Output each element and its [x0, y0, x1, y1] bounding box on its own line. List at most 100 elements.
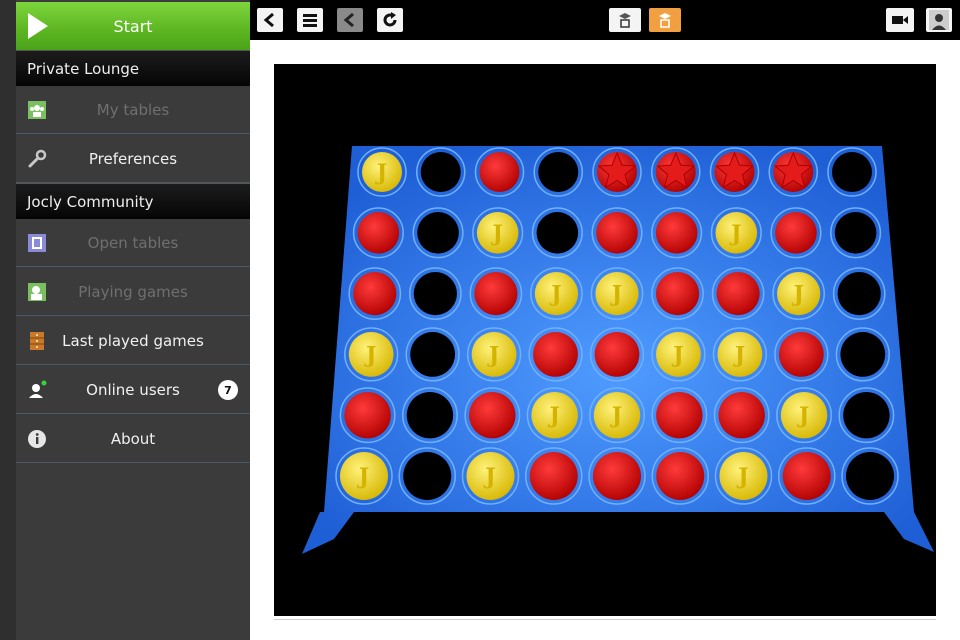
red-piece: [344, 392, 391, 439]
empty-slot: [840, 332, 886, 377]
red-piece: [533, 332, 578, 377]
sidebar-item-label: Playing games: [78, 282, 188, 301]
red-piece: [593, 452, 641, 500]
user-avatar-button[interactable]: [926, 8, 952, 32]
camera-button[interactable]: [886, 8, 914, 32]
sidebar-gutter: [0, 0, 16, 640]
piece-emblem: J: [610, 282, 622, 308]
sidebar-item-last-played[interactable]: Last played games: [16, 317, 250, 365]
piece-emblem: J: [357, 464, 369, 490]
user-online-icon: [29, 380, 47, 398]
empty-slot: [837, 272, 881, 316]
section-label: Jocly Community: [27, 192, 154, 211]
sidebar-item-label: Preferences: [88, 149, 178, 168]
wrench-icon: [28, 149, 47, 168]
piece-emblem: J: [610, 403, 622, 429]
sidebar-item-about[interactable]: About: [16, 415, 250, 463]
info-icon: [28, 430, 46, 448]
viewport-bottom-border: [274, 616, 936, 620]
view-2d-button[interactable]: [609, 8, 641, 32]
empty-slot: [406, 392, 454, 439]
game-viewport[interactable]: J J J J J J J J J J J J J J J J: [274, 64, 936, 616]
avatar: [929, 10, 949, 30]
menu-icon: [303, 14, 317, 27]
sidebar-item-my-tables[interactable]: My tables: [16, 86, 250, 134]
piece-emblem: J: [736, 464, 748, 490]
sidebar-item-playing-games[interactable]: Playing games: [16, 268, 250, 316]
piece-emblem: J: [797, 403, 809, 429]
piece-emblem: J: [549, 282, 561, 308]
sidebar-item-label: About: [110, 429, 156, 448]
section-label: Private Lounge: [27, 59, 140, 78]
piece-emblem: J: [671, 342, 683, 368]
undo-icon: [343, 12, 354, 28]
view-2d-icon: [619, 13, 631, 28]
red-piece: [775, 212, 817, 254]
start-button[interactable]: Start: [16, 2, 250, 50]
empty-slot: [413, 272, 457, 316]
undo-button[interactable]: [337, 8, 363, 32]
red-piece: [596, 212, 638, 254]
view-3d-button[interactable]: [649, 8, 681, 32]
red-piece: [479, 152, 520, 192]
empty-slot: [843, 392, 890, 439]
sidebar-item-label: My tables: [96, 100, 170, 119]
empty-slot: [538, 152, 579, 192]
piece-emblem: J: [375, 160, 387, 186]
piece-emblem: J: [490, 221, 502, 247]
red-piece: [529, 452, 578, 500]
empty-slot: [846, 452, 894, 500]
red-piece: [718, 392, 765, 439]
red-piece: [655, 272, 700, 316]
piece-emblem: J: [733, 342, 745, 368]
players-icon: [28, 283, 46, 301]
empty-slot: [834, 212, 877, 254]
red-piece: [353, 272, 397, 316]
table-icon: [28, 234, 46, 252]
red-piece: [778, 332, 824, 377]
sidebar: Start Private Lounge My tables Preferenc…: [0, 0, 250, 640]
section-jocly-community: Jocly Community: [16, 183, 250, 219]
empty-slot: [410, 332, 456, 377]
sidebar-item-open-tables[interactable]: Open tables: [16, 219, 250, 267]
red-piece: [782, 452, 831, 500]
section-private-lounge: Private Lounge: [16, 50, 250, 86]
top-toolbar: [250, 0, 960, 40]
red-piece: [655, 212, 698, 254]
piece-emblem: J: [483, 464, 495, 490]
cabinet-icon: [30, 332, 44, 350]
menu-button[interactable]: [297, 8, 323, 32]
empty-slot: [536, 212, 579, 254]
empty-slot: [832, 152, 872, 192]
play-icon: [28, 13, 48, 39]
empty-slot: [403, 452, 452, 500]
connect-four-board[interactable]: J J J J J J J J J J J J J J J J: [274, 64, 936, 616]
back-button[interactable]: [257, 8, 283, 32]
red-piece: [594, 332, 640, 377]
rotate-button[interactable]: [377, 8, 403, 32]
sidebar-item-label: Online users: [86, 380, 180, 399]
start-label: Start: [113, 16, 153, 36]
red-piece: [656, 392, 703, 439]
red-piece: [474, 272, 518, 316]
empty-slot: [420, 152, 461, 192]
empty-slot: [417, 212, 459, 254]
red-piece: [716, 272, 760, 316]
piece-emblem: J: [487, 342, 499, 368]
sidebar-item-online-users[interactable]: Online users 7: [16, 366, 250, 414]
camera-icon: [892, 16, 908, 24]
sidebar-item-preferences[interactable]: Preferences: [16, 135, 250, 183]
red-piece: [656, 452, 705, 500]
view-3d-icon: [659, 13, 671, 28]
back-icon: [263, 12, 274, 28]
piece-emblem: J: [364, 342, 376, 368]
piece-emblem: J: [729, 221, 741, 247]
online-count-badge: 7: [218, 380, 238, 400]
red-piece: [357, 212, 400, 254]
piece-emblem: J: [791, 282, 803, 308]
group-icon: [28, 101, 46, 119]
rotate-icon: [383, 12, 397, 27]
piece-emblem: J: [547, 403, 559, 429]
sidebar-item-label: Last played games: [62, 331, 204, 350]
red-piece: [469, 392, 516, 439]
